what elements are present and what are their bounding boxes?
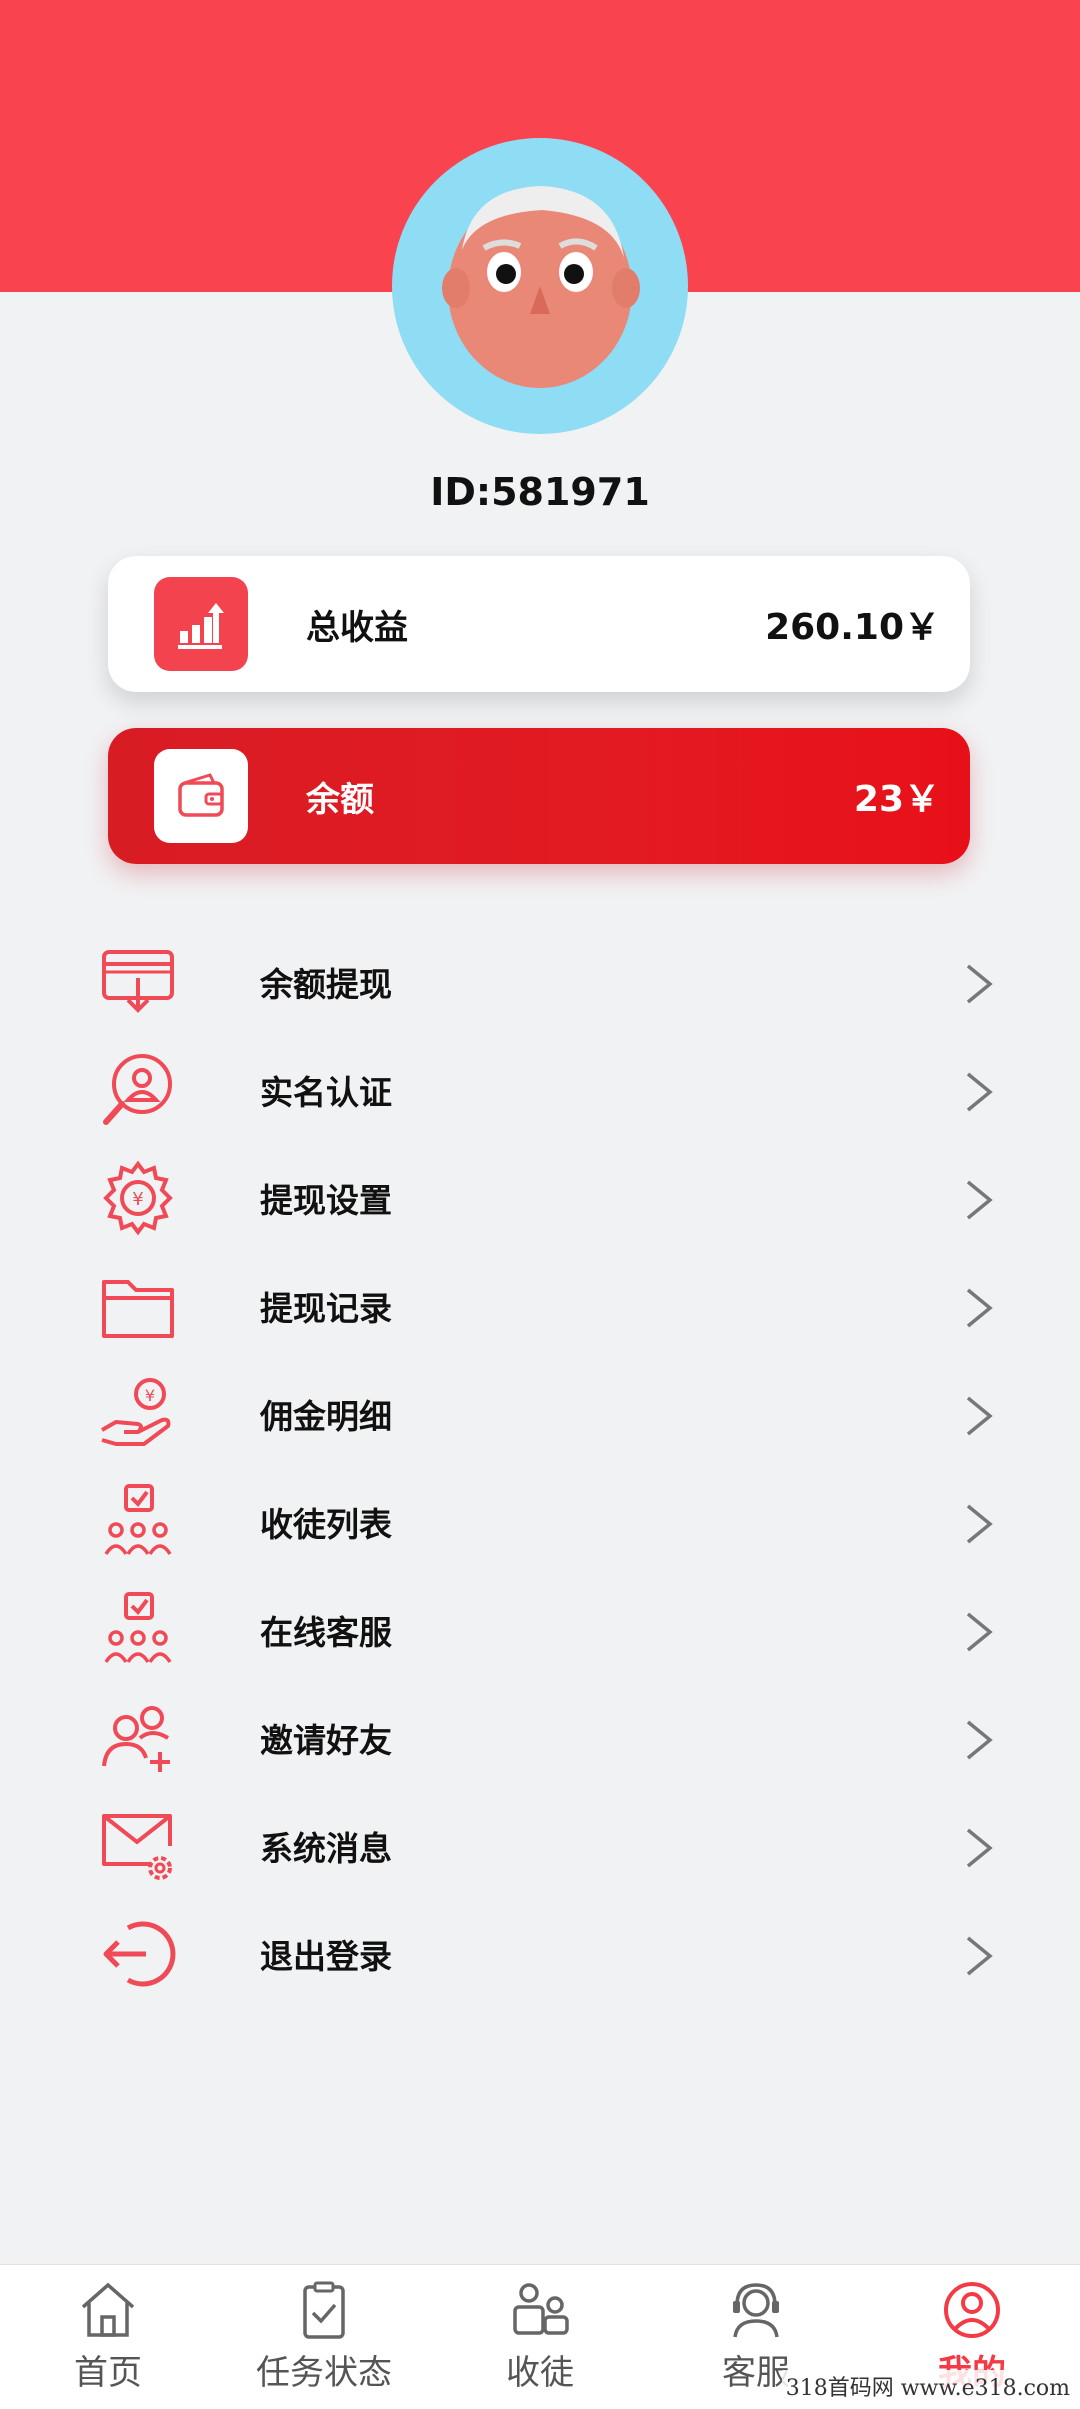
menu-item-withdraw-records[interactable]: 提现记录 <box>0 1252 1080 1360</box>
menu-item-label: 提现记录 <box>260 1289 392 1328</box>
menu-item-withdraw-settings[interactable]: ¥ 提现设置 <box>0 1144 1080 1252</box>
wallet-icon <box>154 749 248 843</box>
menu-item-label: 收徒列表 <box>260 1505 392 1544</box>
balance-label: 余额 <box>306 779 374 820</box>
tab-task-status[interactable]: 任务状态 <box>216 2265 432 2409</box>
menu-item-verification[interactable]: 实名认证 <box>0 1036 1080 1144</box>
users-icon <box>513 2283 569 2335</box>
avatar[interactable] <box>392 138 688 434</box>
total-earnings-card[interactable]: 总收益 260.10￥ <box>108 556 970 692</box>
chevron-right-icon <box>966 964 993 1004</box>
menu-item-label: 佣金明细 <box>260 1397 392 1436</box>
chevron-right-icon <box>966 1720 993 1760</box>
settings-gear-yen-icon: ¥ <box>103 1160 173 1236</box>
folder-icon <box>102 1280 174 1338</box>
chevron-right-icon <box>966 1396 993 1436</box>
menu-item-invite-friends[interactable]: 邀请好友 <box>0 1684 1080 1792</box>
user-id: ID:581971 <box>430 470 650 514</box>
chevron-right-icon <box>966 1180 993 1220</box>
menu-item-commission[interactable]: ¥ 佣金明细 <box>0 1360 1080 1468</box>
tab-apprentice[interactable]: 收徒 <box>432 2265 648 2409</box>
team-check-icon <box>104 1484 172 1555</box>
total-earnings-label: 总收益 <box>306 607 408 648</box>
balance-card[interactable]: 余额 23￥ <box>108 728 970 864</box>
watermark: 318首码网 www.e318.com <box>781 2370 1074 2402</box>
hand-coin-icon: ¥ <box>101 1378 171 1446</box>
chevron-right-icon <box>966 1936 993 1976</box>
menu-list: 余额提现 实名认证 ¥ 提现设置 提现记录 ¥ 佣金明细 收徒列表 在线客服 邀… <box>0 928 1080 2008</box>
menu-item-label: 退出登录 <box>260 1937 392 1976</box>
headset-agent-icon <box>733 2283 779 2338</box>
user-search-icon <box>103 1054 172 1125</box>
menu-item-logout[interactable]: 退出登录 <box>0 1900 1080 2008</box>
svg-text:¥: ¥ <box>132 1189 143 1210</box>
chevron-right-icon <box>966 1504 993 1544</box>
menu-item-withdraw[interactable]: 余额提现 <box>0 928 1080 1036</box>
mail-settings-icon <box>102 1814 172 1880</box>
home-icon <box>81 2282 135 2337</box>
tab-label: 任务状态 <box>256 2353 392 2393</box>
chevron-right-icon <box>966 1072 993 1112</box>
chevron-right-icon <box>966 1828 993 1868</box>
menu-item-label: 余额提现 <box>260 965 392 1004</box>
menu-item-label: 邀请好友 <box>260 1721 392 1760</box>
withdraw-card-icon <box>102 950 174 1013</box>
menu-item-label: 提现设置 <box>260 1181 392 1220</box>
logout-icon <box>103 1921 176 1987</box>
svg-text:¥: ¥ <box>145 1386 155 1405</box>
tab-label: 首页 <box>74 2353 142 2393</box>
tab-home[interactable]: 首页 <box>0 2265 216 2409</box>
chevron-right-icon <box>966 1612 993 1652</box>
chevron-right-icon <box>966 1288 993 1328</box>
avatar-face-icon <box>442 186 640 388</box>
tab-label: 客服 <box>722 2353 790 2393</box>
tab-label: 收徒 <box>506 2353 574 2393</box>
menu-item-label: 实名认证 <box>260 1073 392 1112</box>
menu-item-label: 在线客服 <box>260 1613 392 1652</box>
team-check-icon <box>104 1592 172 1663</box>
clipboard-check-icon <box>303 2281 345 2339</box>
menu-item-label: 系统消息 <box>260 1829 392 1868</box>
add-user-icon <box>102 1706 170 1772</box>
bar-chart-up-icon <box>154 577 248 671</box>
menu-item-online-service[interactable]: 在线客服 <box>0 1576 1080 1684</box>
menu-item-system-messages[interactable]: 系统消息 <box>0 1792 1080 1900</box>
balance-value: 23￥ <box>853 779 940 820</box>
user-circle-icon <box>944 2282 1000 2338</box>
menu-item-apprentice-list[interactable]: 收徒列表 <box>0 1468 1080 1576</box>
total-earnings-value: 260.10￥ <box>765 607 940 648</box>
